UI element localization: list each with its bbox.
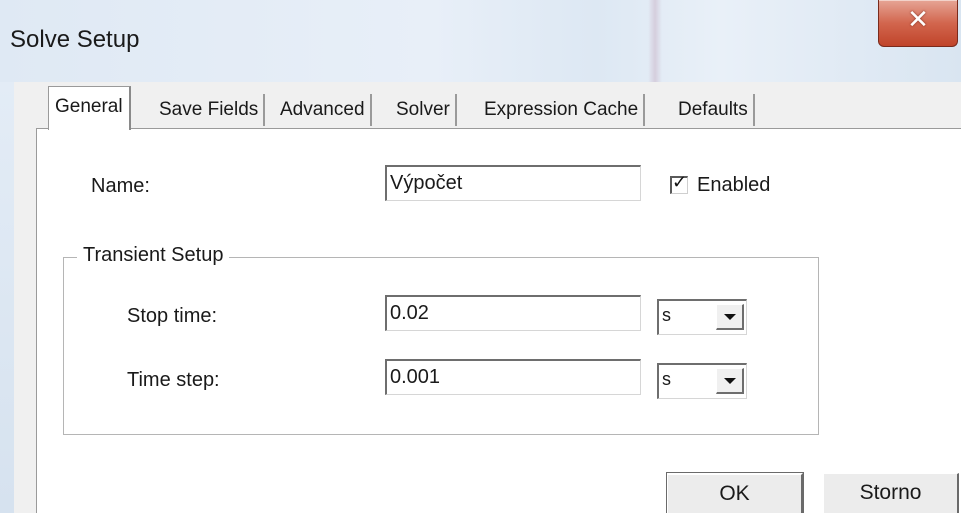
time-step-unit-value: s	[662, 369, 671, 389]
solve-setup-dialog: Solve Setup ✕ General Save Fields Advanc…	[0, 0, 961, 513]
time-step-unit-select[interactable]: s	[657, 363, 747, 399]
time-step-label: Time step:	[127, 369, 220, 391]
enabled-checkbox[interactable]: ✓	[670, 172, 688, 194]
transient-setup-title: Transient Setup	[77, 244, 230, 267]
tab-save-fields[interactable]: Save Fields	[154, 94, 266, 126]
time-step-input[interactable]	[385, 359, 641, 395]
tab-general[interactable]: General	[48, 86, 131, 130]
cancel-button[interactable]: Storno	[823, 473, 959, 513]
window-title: Solve Setup	[10, 26, 140, 53]
tab-expression-cache[interactable]: Expression Cache	[479, 94, 646, 126]
ok-button[interactable]: OK	[666, 472, 804, 513]
stop-time-unit-dropdown-button[interactable]	[716, 304, 744, 330]
enabled-label: Enabled	[697, 174, 771, 196]
stop-time-unit-value: s	[662, 305, 671, 325]
chevron-down-icon	[724, 378, 736, 384]
close-icon: ✕	[907, 4, 929, 34]
general-tab-panel: Name: ✓ Enabled Transient Setup Stop tim…	[36, 128, 961, 513]
title-bar-glare	[648, 0, 662, 82]
tab-solver[interactable]: Solver	[391, 94, 457, 126]
check-icon: ✓	[672, 172, 688, 192]
close-button[interactable]: ✕	[878, 0, 958, 47]
chevron-down-icon	[724, 314, 736, 320]
dialog-body: General Save Fields Advanced Solver Expr…	[14, 82, 961, 513]
tab-advanced[interactable]: Advanced	[275, 94, 372, 126]
stop-time-label: Stop time:	[127, 305, 218, 327]
stop-time-input[interactable]	[385, 295, 641, 331]
stop-time-unit-select[interactable]: s	[657, 299, 747, 335]
tab-defaults[interactable]: Defaults	[673, 94, 755, 126]
title-bar[interactable]: Solve Setup ✕	[0, 0, 961, 82]
transient-setup-group	[63, 257, 819, 435]
name-input[interactable]	[385, 165, 641, 201]
name-label: Name:	[91, 175, 150, 197]
window-frame-left	[0, 82, 14, 513]
time-step-unit-dropdown-button[interactable]	[716, 368, 744, 394]
